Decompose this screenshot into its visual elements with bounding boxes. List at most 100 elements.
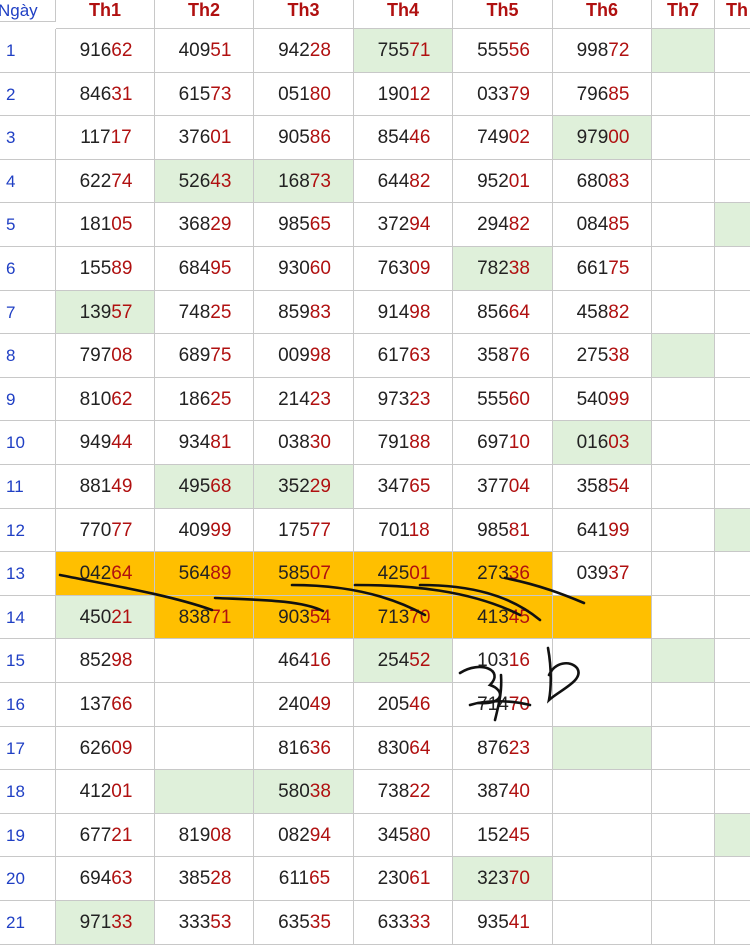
result-cell: 85983 xyxy=(254,290,354,335)
result-cell: 98565 xyxy=(254,203,354,247)
result-cell: 08294 xyxy=(254,813,354,858)
result-cell xyxy=(155,683,254,727)
result-cell: 35876 xyxy=(453,334,553,378)
result-cell: 79708 xyxy=(56,334,155,378)
result-cell xyxy=(715,552,750,596)
result-cell: 45021 xyxy=(56,595,155,640)
result-cell: 10316 xyxy=(453,639,553,683)
result-cell: 97900 xyxy=(553,116,652,160)
day-label: 19 xyxy=(0,813,56,858)
result-cell: 13957 xyxy=(56,290,155,335)
result-cell xyxy=(715,770,750,814)
day-label: 7 xyxy=(0,290,56,335)
result-cell: 03830 xyxy=(254,421,354,465)
result-cell: 41201 xyxy=(56,770,155,814)
result-cell: 63535 xyxy=(254,901,354,945)
result-cell xyxy=(652,334,715,378)
result-cell xyxy=(553,595,652,640)
result-cell: 74902 xyxy=(453,116,553,160)
day-label: 3 xyxy=(0,116,56,160)
result-cell xyxy=(553,901,652,945)
day-label: 1 xyxy=(0,29,56,73)
header-th2: Th2 xyxy=(155,0,254,29)
header-day: Ngày xyxy=(0,0,56,22)
result-cell: 87623 xyxy=(453,726,553,771)
day-label: 12 xyxy=(0,508,56,553)
result-cell xyxy=(715,72,750,117)
result-cell: 29482 xyxy=(453,203,553,247)
result-cell xyxy=(715,508,750,553)
result-cell: 35229 xyxy=(254,465,354,509)
result-cell: 68083 xyxy=(553,159,652,204)
result-cell: 64199 xyxy=(553,508,652,553)
header-th5: Th5 xyxy=(453,0,553,29)
result-cell: 03937 xyxy=(553,552,652,596)
result-cell xyxy=(652,857,715,901)
result-cell: 79685 xyxy=(553,72,652,117)
result-cell xyxy=(652,726,715,771)
result-cell: 35854 xyxy=(553,465,652,509)
result-cell: 66175 xyxy=(553,247,652,291)
result-cell: 24049 xyxy=(254,683,354,727)
result-cell: 61763 xyxy=(354,334,453,378)
result-cell: 61165 xyxy=(254,857,354,901)
result-cell xyxy=(652,203,715,247)
result-cell: 23061 xyxy=(354,857,453,901)
result-cell xyxy=(715,29,750,73)
result-cell xyxy=(652,813,715,858)
result-cell: 93481 xyxy=(155,421,254,465)
result-cell: 05180 xyxy=(254,72,354,117)
result-cell: 85298 xyxy=(56,639,155,683)
result-cell: 20546 xyxy=(354,683,453,727)
header-th3: Th3 xyxy=(254,0,354,29)
result-cell xyxy=(652,683,715,727)
result-cell xyxy=(652,595,715,640)
result-cell: 40951 xyxy=(155,29,254,73)
result-cell: 97323 xyxy=(354,377,453,422)
result-cell: 83871 xyxy=(155,595,254,640)
result-cell xyxy=(553,639,652,683)
result-cell xyxy=(715,159,750,204)
day-label: 15 xyxy=(0,639,56,683)
result-cell: 56489 xyxy=(155,552,254,596)
day-label: 13 xyxy=(0,552,56,596)
result-cell: 95201 xyxy=(453,159,553,204)
result-cell xyxy=(652,290,715,335)
result-cell: 98581 xyxy=(453,508,553,553)
result-cell xyxy=(652,421,715,465)
result-cell: 74825 xyxy=(155,290,254,335)
result-cell: 58507 xyxy=(254,552,354,596)
day-label: 6 xyxy=(0,247,56,291)
result-cell: 33353 xyxy=(155,901,254,945)
result-cell: 71470 xyxy=(453,683,553,727)
result-cell xyxy=(652,159,715,204)
result-cell: 91498 xyxy=(354,290,453,335)
day-label: 20 xyxy=(0,857,56,901)
result-cell: 90586 xyxy=(254,116,354,160)
result-cell xyxy=(553,857,652,901)
result-cell: 16873 xyxy=(254,159,354,204)
result-cell xyxy=(652,116,715,160)
result-cell: 71370 xyxy=(354,595,453,640)
result-cell: 34580 xyxy=(354,813,453,858)
day-label: 9 xyxy=(0,377,56,422)
header-th7: Th7 xyxy=(652,0,715,29)
result-cell: 15589 xyxy=(56,247,155,291)
result-cell xyxy=(715,813,750,858)
result-cell: 62274 xyxy=(56,159,155,204)
day-label: 17 xyxy=(0,726,56,771)
result-cell xyxy=(553,770,652,814)
result-cell: 85446 xyxy=(354,116,453,160)
result-cell: 15245 xyxy=(453,813,553,858)
result-cell: 84631 xyxy=(56,72,155,117)
result-cell: 38528 xyxy=(155,857,254,901)
result-cell: 93060 xyxy=(254,247,354,291)
result-cell: 34765 xyxy=(354,465,453,509)
result-cell xyxy=(652,29,715,73)
result-cell: 54099 xyxy=(553,377,652,422)
result-cell: 62609 xyxy=(56,726,155,771)
result-cell xyxy=(652,247,715,291)
result-cell xyxy=(715,377,750,422)
result-cell xyxy=(155,639,254,683)
result-cell: 78238 xyxy=(453,247,553,291)
